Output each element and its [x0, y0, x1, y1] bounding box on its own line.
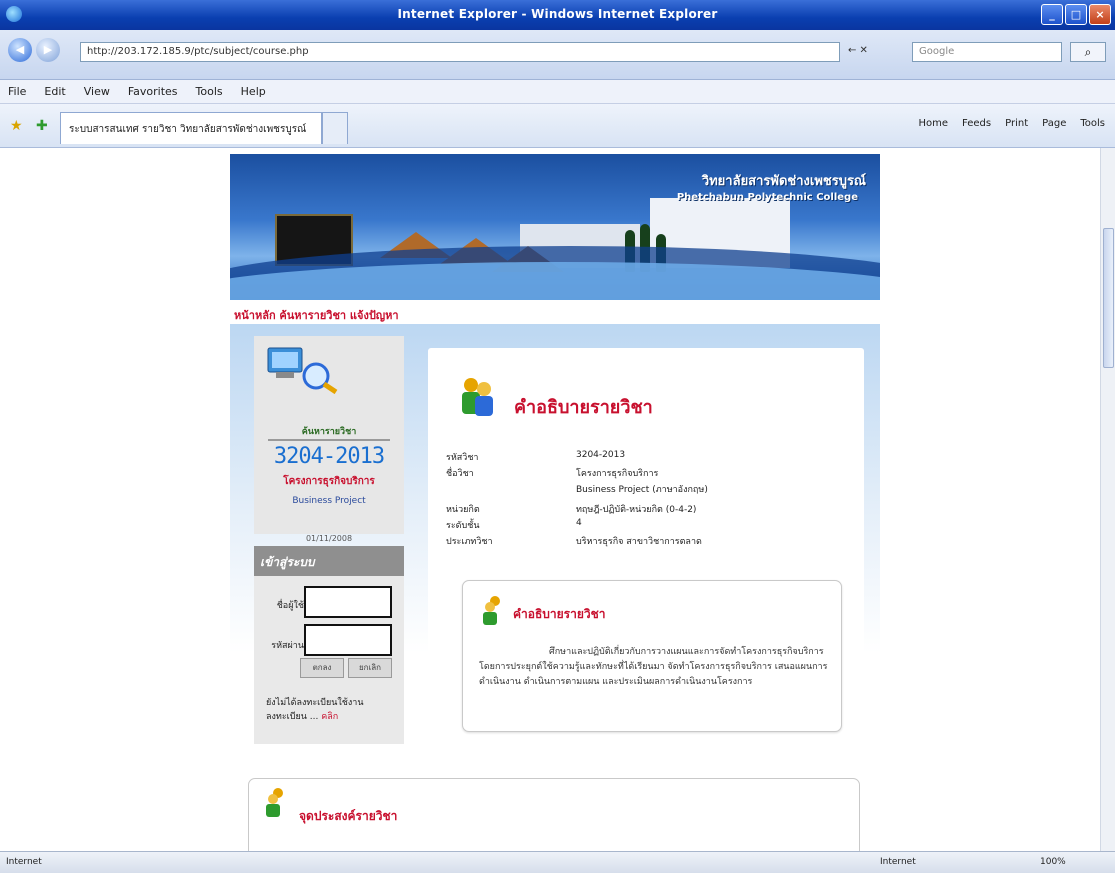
register-link[interactable]: คลิก — [321, 712, 338, 722]
status-text: Internet — [6, 857, 42, 867]
info-value: 4 — [576, 518, 582, 528]
add-favorite-icon[interactable]: ✚ — [36, 118, 48, 134]
refresh-stop-buttons[interactable]: ← ✕ — [848, 42, 908, 62]
menu-favorites[interactable]: Favorites — [128, 85, 178, 98]
course-info-title: คำอธิบายรายวิชา — [514, 397, 653, 418]
menu-view[interactable]: View — [84, 85, 110, 98]
username-label: ชื่อผู้ใช้ — [276, 601, 304, 611]
maximize-icon[interactable]: □ — [1065, 4, 1087, 25]
computer-search-icon — [267, 347, 338, 395]
minimize-icon[interactable]: _ — [1041, 4, 1063, 25]
course-name: โครงการธุรกิจบริการ — [283, 476, 375, 487]
tools-menu-button[interactable]: Tools — [1080, 118, 1105, 129]
forward-icon[interactable]: ▶ — [36, 38, 60, 62]
favorites-star-icon[interactable]: ★ — [10, 118, 23, 134]
window-controls: _ □ × — [1041, 4, 1111, 25]
promo-divider — [268, 439, 390, 441]
info-label: ระดับชั้น — [446, 521, 480, 531]
back-icon[interactable]: ◀ — [8, 38, 32, 62]
info-value: บริหารธุรกิจ สาขาวิชาการตลาด — [576, 537, 702, 547]
status-bar: Internet Internet 100% — [0, 851, 1115, 873]
login-submit-button[interactable]: ตกลง — [300, 658, 344, 678]
login-header: เข้าสู่ระบบ — [254, 546, 404, 576]
print-button[interactable]: Print — [1005, 118, 1028, 129]
course-objectives-box: จุดประสงค์รายวิชา — [248, 778, 860, 851]
page-menu-button[interactable]: Page — [1042, 118, 1066, 129]
register-note-text: ยังไม่ได้ลงทะเบียนใช้งาน — [266, 698, 364, 708]
close-icon[interactable]: × — [1089, 4, 1111, 25]
register-note-text-2: ลงทะเบียน ... — [266, 712, 319, 722]
info-label: หน่วยกิต — [446, 505, 480, 515]
info-label: ชื่อวิชา — [446, 469, 474, 479]
menu-tools[interactable]: Tools — [196, 85, 223, 98]
info-value: 3204-2013 — [576, 450, 626, 460]
scrollbar-thumb[interactable] — [1103, 228, 1114, 368]
course-description-box: คำอธิบายรายวิชา ศึกษาและปฏิบัติเกี่ยวกับ… — [462, 580, 842, 732]
course-code: 3204-2013 — [273, 444, 385, 469]
password-field[interactable] — [304, 624, 392, 656]
tab-active[interactable]: ระบบสารสนเทศ รายวิชา วิทยาลัยสารพัดช่างเ… — [60, 112, 322, 144]
feeds-button[interactable]: Feeds — [962, 118, 991, 129]
register-note: ยังไม่ได้ลงทะเบียนใช้งาน ลงทะเบียน ... ค… — [266, 696, 396, 724]
info-value: ทฤษฎี-ปฏิบัติ-หน่วยกิต (0-4-2) — [576, 505, 697, 515]
password-label: รหัสผ่าน — [271, 641, 304, 651]
username-field[interactable] — [304, 586, 392, 618]
window-titlebar: Internet Explorer - Windows Internet Exp… — [0, 0, 1115, 30]
window-title: Internet Explorer - Windows Internet Exp… — [397, 7, 718, 21]
course-name-en: Business Project — [292, 496, 366, 506]
user-icon — [266, 788, 283, 817]
search-icon[interactable]: ⌕ — [1070, 42, 1106, 62]
promo-date: 01/11/2008 — [305, 534, 353, 543]
new-tab-button[interactable] — [322, 112, 348, 144]
promo-caption: ค้นหารายวิชา — [301, 427, 357, 437]
college-banner: วิทยาลัยสารพัดช่างเพชรบูรณ์ Phetchabun P… — [230, 154, 880, 300]
page-viewport: วิทยาลัยสารพัดช่างเพชรบูรณ์ Phetchabun P… — [0, 148, 1100, 851]
tab-bar: ★ ✚ ระบบสารสนเทศ รายวิชา วิทยาลัยสารพัดช… — [0, 104, 1115, 148]
address-toolbar: ◀ ▶ http://203.172.185.9/ptc/subject/cou… — [0, 30, 1115, 80]
login-box: เข้าสู่ระบบ ชื่อผู้ใช้ รหัสผ่าน ตกลง ยกเ… — [254, 546, 404, 744]
banner-subtitle: Phetchabun Polytechnic College — [676, 192, 858, 203]
command-bar: Home Feeds Print Page Tools — [919, 118, 1105, 129]
info-value: Business Project (ภาษาอังกฤษ) — [576, 485, 708, 495]
info-label: รหัสวิชา — [446, 453, 479, 463]
description-text: ศึกษาและปฏิบัติเกี่ยวกับการวางแผนและการจ… — [479, 647, 828, 687]
banner-title: วิทยาลัยสารพัดช่างเพชรบูรณ์ — [701, 174, 866, 189]
home-button[interactable]: Home — [919, 118, 949, 129]
menu-help[interactable]: Help — [241, 85, 266, 98]
address-input[interactable]: http://203.172.185.9/ptc/subject/course.… — [80, 42, 840, 62]
search-input[interactable]: Google — [912, 42, 1062, 62]
top-nav-links[interactable]: หน้าหลัก ค้นหารายวิชา แจ้งปัญหา — [230, 302, 880, 324]
course-promo: ค้นหารายวิชา 3204-2013 โครงการธุรกิจบริก… — [254, 336, 404, 534]
vertical-scrollbar[interactable] — [1100, 148, 1115, 851]
description-title: คำอธิบายรายวิชา — [513, 607, 606, 621]
info-label: ประเภทวิชา — [446, 537, 493, 547]
zoom-level[interactable]: 100% — [1040, 857, 1066, 867]
users-icon — [462, 378, 493, 416]
login-reset-button[interactable]: ยกเลิก — [348, 658, 392, 678]
objectives-title: จุดประสงค์รายวิชา — [299, 809, 398, 823]
menu-bar: File Edit View Favorites Tools Help — [0, 80, 1115, 104]
security-zone: Internet — [880, 857, 916, 867]
menu-edit[interactable]: Edit — [44, 85, 65, 98]
user-icon — [483, 596, 500, 625]
menu-file[interactable]: File — [8, 85, 26, 98]
info-value: โครงการธุรกิจบริการ — [576, 469, 659, 479]
